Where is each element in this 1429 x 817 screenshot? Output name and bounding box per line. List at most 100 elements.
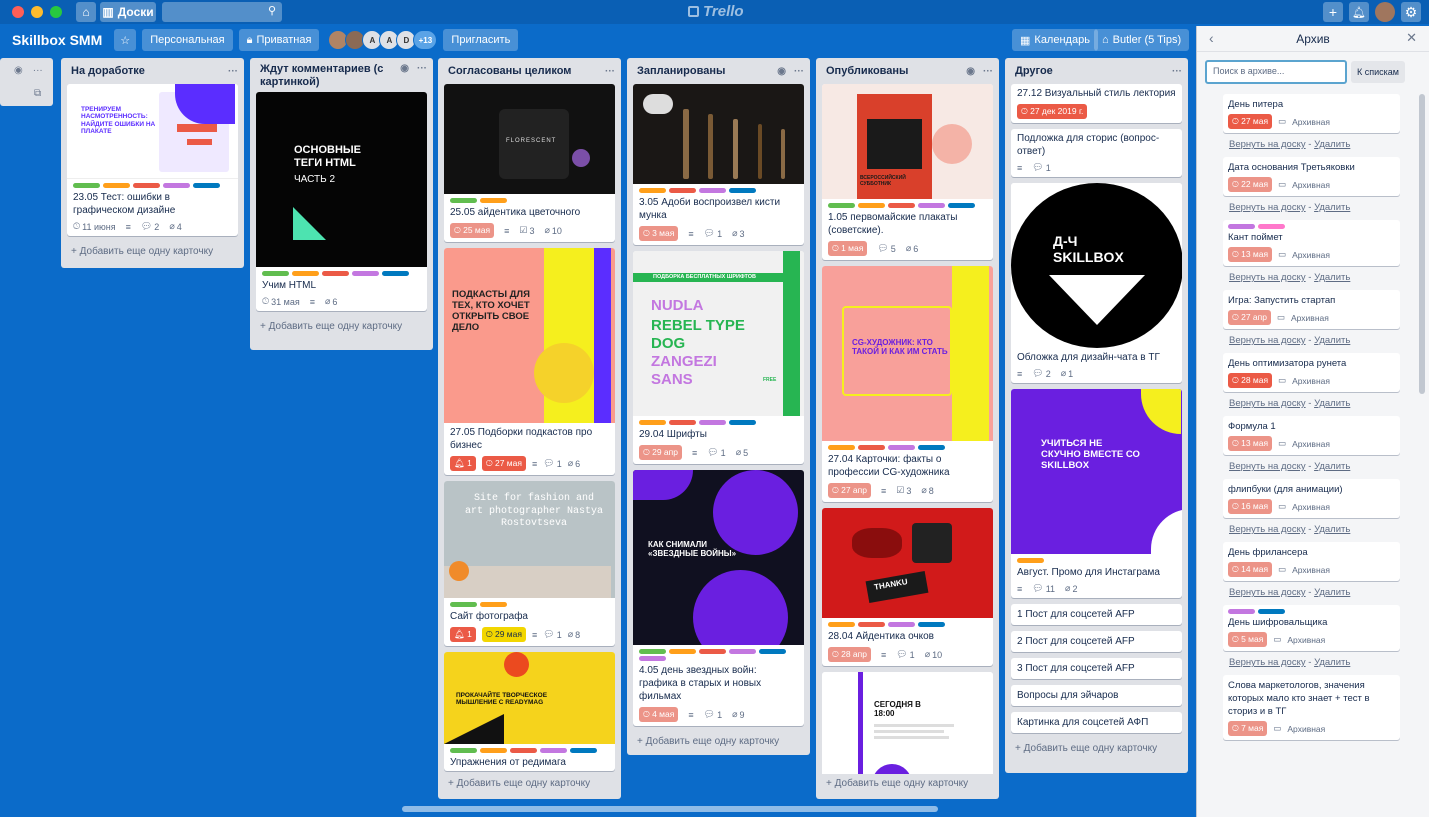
archived-card[interactable]: Дата основания Третьяковки 🕓︎ 22 мая ▭ Арх…	[1223, 157, 1400, 196]
card[interactable]: Д-Ч SKILLBOX Обложка для дизайн-чата в Т…	[1011, 183, 1182, 383]
list-menu-icon[interactable]: ···	[605, 66, 615, 77]
home-button[interactable]: ⌂	[76, 2, 96, 22]
add-card-button[interactable]: + Добавить еще одну карточку	[816, 774, 999, 793]
return-to-board-link[interactable]: Вернуть на доску	[1229, 587, 1306, 598]
watch-icon[interactable]: ◉	[400, 63, 409, 74]
card[interactable]: Картинка для соцсетей АФП	[1011, 712, 1182, 733]
card[interactable]: Site for fashion and art photographer Na…	[444, 481, 615, 646]
archive-search-input[interactable]: Поиск в архиве...	[1205, 60, 1347, 84]
due-date-badge[interactable]: 🕓︎ 28 апр	[828, 647, 871, 662]
card[interactable]: Вопросы для эйчаров	[1011, 685, 1182, 706]
delete-link[interactable]: Удалить	[1314, 202, 1350, 213]
maximize-window-icon[interactable]	[50, 6, 62, 18]
watch-icon[interactable]: ◉	[966, 66, 975, 77]
list-title[interactable]: Ждут комментариев (с картинкой)	[260, 63, 390, 89]
archived-card[interactable]: День питера 🕓︎ 27 мая ▭ Архивная	[1223, 94, 1400, 133]
due-date-badge[interactable]: 🕓︎ 4 мая	[639, 707, 679, 722]
list-menu-icon[interactable]: ···	[794, 66, 804, 77]
return-to-board-link[interactable]: Вернуть на доску	[1229, 202, 1306, 213]
close-icon[interactable]: ✕	[1406, 30, 1417, 46]
add-card-button[interactable]: + Добавить еще одну карточку	[438, 774, 621, 793]
due-date-badge[interactable]: 🕓︎ 25 мая	[450, 223, 495, 238]
delete-link[interactable]: Удалить	[1314, 524, 1350, 535]
card[interactable]: Подложка для сторис (вопрос-ответ) ≡ 💬︎ 1	[1011, 129, 1182, 177]
card[interactable]: СЕГОДНЯ В 18:00	[822, 672, 993, 774]
return-to-board-link[interactable]: Вернуть на доску	[1229, 657, 1306, 668]
add-card-button[interactable]: + Добавить еще одну карточку	[61, 242, 244, 261]
archived-card[interactable]: День шифровальщика 🕓︎ 5 мая ▭ Архивная	[1223, 605, 1400, 651]
return-to-board-link[interactable]: Вернуть на доску	[1229, 335, 1306, 346]
list-title[interactable]: Опубликованы	[826, 65, 908, 77]
board-horizontal-scrollbar[interactable]	[0, 805, 1195, 813]
more-members-badge[interactable]: +13	[413, 30, 438, 50]
delete-link[interactable]: Удалить	[1314, 272, 1350, 283]
due-date-badge[interactable]: 🕓︎ 29 апр	[639, 445, 682, 460]
create-button[interactable]: +	[1323, 2, 1343, 22]
delete-link[interactable]: Удалить	[1314, 398, 1350, 409]
card[interactable]: 3.05 Адоби воспроизвел кисти мунка 🕓︎ 3 …	[633, 84, 804, 245]
return-to-board-link[interactable]: Вернуть на доску	[1229, 524, 1306, 535]
archived-card[interactable]: День оптимизатора рунета 🕓︎ 28 мая ▭ Архив…	[1223, 353, 1400, 392]
return-to-board-link[interactable]: Вернуть на доску	[1229, 398, 1306, 409]
star-button[interactable]: ☆	[114, 29, 137, 51]
minimize-window-icon[interactable]	[31, 6, 43, 18]
archived-card[interactable]: Формула 1 🕓︎ 13 мая ▭ Архивная	[1223, 416, 1400, 455]
due-date-badge[interactable]: 🕓︎ 29 мая	[481, 627, 526, 642]
watch-icon[interactable]: ◉	[777, 66, 786, 77]
list-title[interactable]: Запланированы	[637, 65, 725, 77]
boards-button[interactable]: ▥ Доски	[100, 2, 156, 22]
card[interactable]: ПОДБОРКА БЕСПЛАТНЫХ ШРИФТОВ NUDLA REBEL …	[633, 251, 804, 464]
scrollbar-thumb[interactable]	[1419, 94, 1425, 394]
card[interactable]: ПРОКАЧАЙТЕ ТВОРЧЕСКОЕ МЫШЛЕНИЕ С READYMA…	[444, 652, 615, 771]
card[interactable]: 2 Пост для соцсетей AFP	[1011, 631, 1182, 652]
delete-link[interactable]: Удалить	[1314, 335, 1350, 346]
delete-link[interactable]: Удалить	[1314, 139, 1350, 150]
delete-link[interactable]: Удалить	[1314, 657, 1350, 668]
list-menu-icon[interactable]: ···	[228, 66, 238, 77]
user-avatar[interactable]	[1375, 2, 1395, 22]
list-menu-icon[interactable]: ···	[983, 66, 993, 77]
invite-button[interactable]: Пригласить	[443, 29, 519, 51]
team-button[interactable]: Персональная	[142, 29, 233, 51]
card[interactable]: ОСНОВНЫЕ ТЕГИ HTML ЧАСТЬ 2 Учим HTML 🕓︎ 3…	[256, 92, 427, 311]
template-icon[interactable]: ⧉	[0, 76, 53, 99]
add-card-button[interactable]: + Добавить еще одну карточку	[627, 732, 810, 751]
return-to-board-link[interactable]: Вернуть на доску	[1229, 461, 1306, 472]
archived-card[interactable]: Игра: Запустить стартап 🕓︎ 27 апр ▭ Архивн…	[1223, 290, 1400, 329]
butler-button[interactable]: ⌂ Butler (5 Tips)	[1094, 29, 1190, 51]
due-date-badge[interactable]: 🕓︎ 3 мая	[639, 226, 679, 241]
card[interactable]: 27.12 Визуальный стиль лектория 🕓︎ 27 де…	[1011, 84, 1182, 123]
delete-link[interactable]: Удалить	[1314, 587, 1350, 598]
card[interactable]: CG-ХУДОЖНИК: КТО ТАКОЙ И КАК ИМ СТАТЬ 27…	[822, 266, 993, 502]
delete-link[interactable]: Удалить	[1314, 461, 1350, 472]
card[interactable]: THANKU 28.04 Айдентика очков 🕓︎ 28 апр ≡ 💬…	[822, 508, 993, 666]
return-to-board-link[interactable]: Вернуть на доску	[1229, 272, 1306, 283]
list-menu-icon[interactable]: ···	[1172, 66, 1182, 77]
trello-logo[interactable]: Trello	[688, 3, 744, 20]
card[interactable]: ПОДКАСТЫ ДЛЯ ТЕХ, КТО ХОЧЕТ ОТКРЫТЬ СВОЕ…	[444, 248, 615, 475]
search-input[interactable]: ⚲	[162, 2, 282, 22]
watch-icon[interactable]: ◉	[14, 65, 23, 76]
settings-button[interactable]: ⚙	[1401, 2, 1421, 22]
due-date-badge[interactable]: 🕓︎ 27 дек 2019 г.	[1017, 104, 1088, 119]
card[interactable]: ТРЕНИРУЕМ НАСМОТРЕННОСТЬ: НАЙДИТЕ ОШИБКИ…	[67, 84, 238, 236]
archive-scrollbar[interactable]	[1419, 86, 1425, 806]
add-card-button[interactable]: + Добавить еще одну карточку	[1005, 739, 1188, 758]
archived-card[interactable]: флипбуки (для анимации) 🕓︎ 16 мая ▭ Архивн…	[1223, 479, 1400, 518]
notifications-button[interactable]: 🔔︎	[1349, 2, 1369, 22]
due-date-badge[interactable]: 🕓︎ 1 мая	[828, 241, 868, 256]
close-window-icon[interactable]	[12, 6, 24, 18]
visibility-button[interactable]: 🔒︎ Приватная	[238, 29, 320, 51]
board-title[interactable]: Skillbox SMM	[12, 32, 102, 48]
list-title[interactable]: На доработке	[71, 65, 145, 77]
archived-card[interactable]: День фрилансера 🕓︎ 14 мая ▭ Архивная	[1223, 542, 1400, 581]
card[interactable]: FLORESCENT 25.05 айдентика цветочного 🕓︎…	[444, 84, 615, 242]
card[interactable]: 3 Пост для соцсетей AFP	[1011, 658, 1182, 679]
archived-card[interactable]: Слова маркетологов, значения которых мал…	[1223, 675, 1400, 740]
archived-card[interactable]: Кант поймет 🕓︎ 13 мая ▭ Архивная	[1223, 220, 1400, 266]
list-menu-icon[interactable]: ···	[33, 65, 43, 76]
scrollbar-thumb[interactable]	[402, 806, 938, 812]
add-card-button[interactable]: + Добавить еще одну карточку	[250, 317, 433, 336]
card[interactable]: 1 Пост для соцсетей AFP	[1011, 604, 1182, 625]
due-date-badge[interactable]: 🕓︎ 27 мая	[481, 456, 526, 471]
